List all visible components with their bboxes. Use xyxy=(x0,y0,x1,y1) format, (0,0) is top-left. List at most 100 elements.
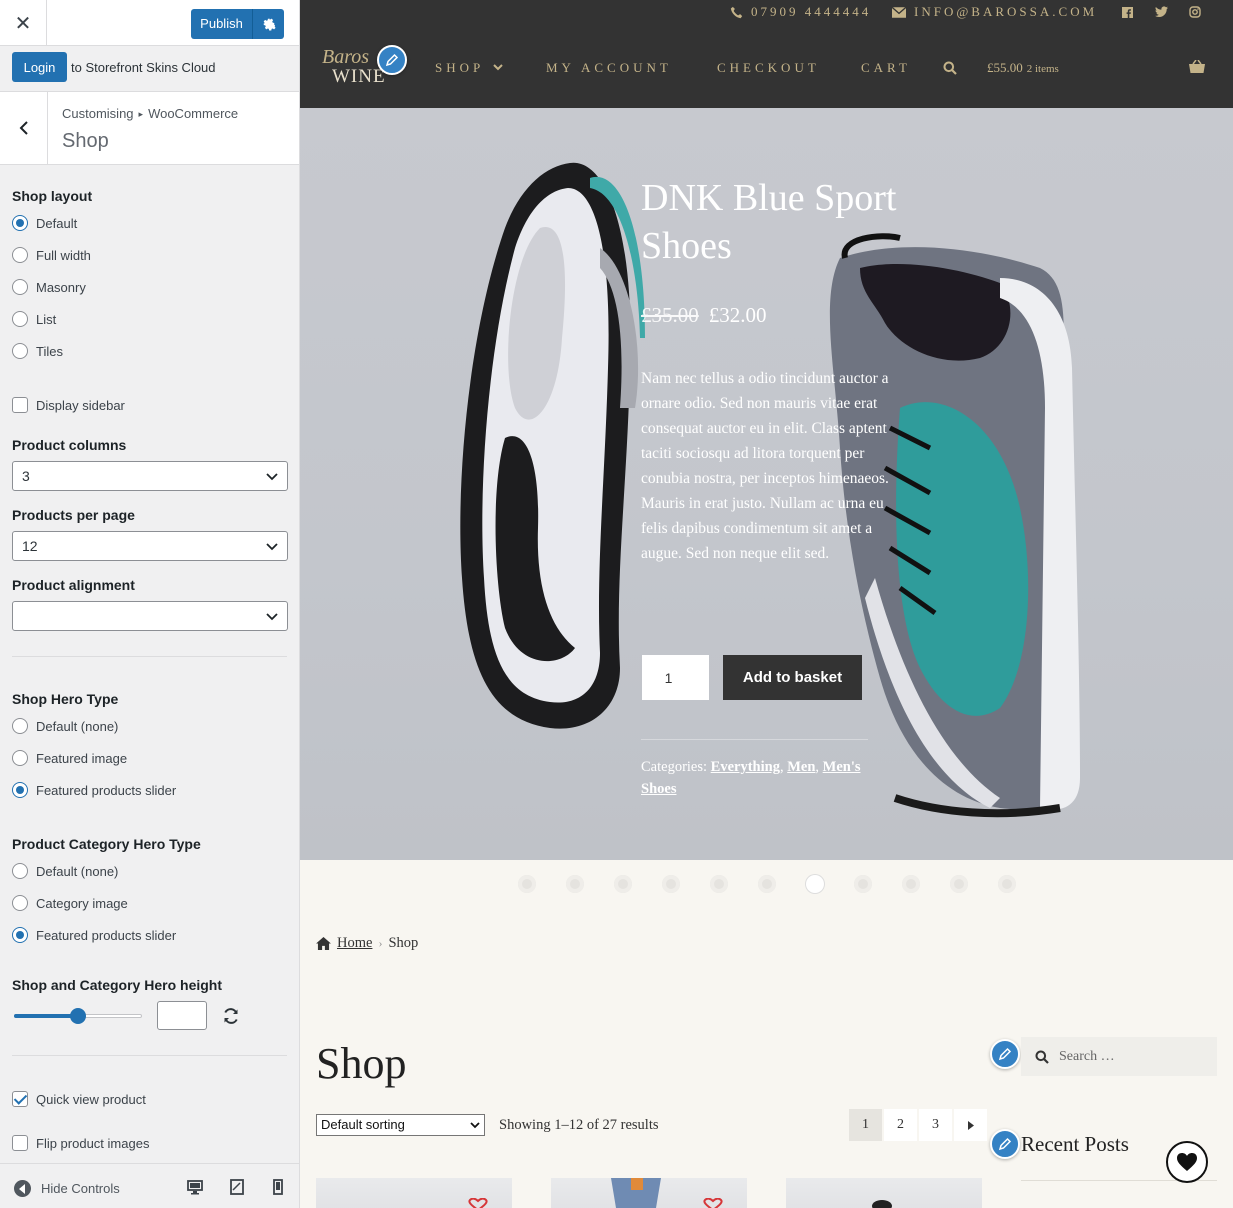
checkbox[interactable] xyxy=(12,397,28,413)
product-card[interactable] xyxy=(786,1178,982,1208)
category-link[interactable]: Men xyxy=(787,759,815,775)
radio-button[interactable] xyxy=(12,215,28,231)
facebook-icon[interactable] xyxy=(1122,7,1133,18)
wishlist-heart-icon[interactable] xyxy=(702,1198,724,1208)
quantity-input[interactable]: 1 xyxy=(642,655,709,700)
shop-layout-option-list[interactable]: List xyxy=(12,310,56,328)
pencil-icon[interactable] xyxy=(990,1129,1020,1159)
category-link[interactable]: Everything xyxy=(711,759,780,775)
breadcrumb-home-link[interactable]: Home xyxy=(337,935,372,952)
slider-dot[interactable] xyxy=(854,875,872,893)
home-icon[interactable] xyxy=(316,937,331,950)
category-hero-option-default[interactable]: Default (none) xyxy=(12,862,118,880)
product-image xyxy=(872,1200,892,1208)
flip-images-checkbox[interactable]: Flip product images xyxy=(12,1134,149,1152)
page-link-3[interactable]: 3 xyxy=(919,1109,952,1141)
checkbox[interactable] xyxy=(12,1135,28,1151)
nav-checkout[interactable]: CHECKOUT xyxy=(717,60,820,76)
product-columns-select[interactable]: 3 xyxy=(12,461,288,491)
instagram-icon[interactable] xyxy=(1189,6,1201,18)
radio-button[interactable] xyxy=(12,750,28,766)
nav-shop[interactable]: SHOP xyxy=(435,60,503,76)
quick-view-checkbox[interactable]: Quick view product xyxy=(12,1090,146,1108)
next-page-button[interactable] xyxy=(954,1109,987,1141)
nav-my-account[interactable]: MY ACCOUNT xyxy=(546,60,672,76)
phone-number[interactable]: 07909 4444444 xyxy=(751,4,871,20)
back-icon[interactable] xyxy=(0,92,48,164)
radio-button[interactable] xyxy=(12,927,28,943)
products-per-page-select[interactable]: 12 xyxy=(12,531,288,561)
pencil-icon[interactable] xyxy=(990,1039,1020,1069)
page-link-1[interactable]: 1 xyxy=(849,1109,882,1141)
hero-height-input[interactable] xyxy=(157,1001,207,1030)
radio-button[interactable] xyxy=(12,782,28,798)
reset-icon[interactable] xyxy=(221,1006,241,1026)
pencil-icon[interactable] xyxy=(377,45,407,75)
shop-hero-option-featured-slider[interactable]: Featured products slider xyxy=(12,781,176,799)
shop-hero-option-default[interactable]: Default (none) xyxy=(12,717,118,735)
cart-total[interactable]: £55.00 2 items xyxy=(987,60,1059,76)
login-button[interactable]: Login xyxy=(12,52,67,82)
slider-dot[interactable] xyxy=(758,875,776,893)
email-info: INFO@BAROSSA.COM xyxy=(892,4,1097,20)
sorting-select[interactable]: Default sorting xyxy=(316,1114,485,1136)
product-columns-label: Product columns xyxy=(12,437,127,453)
mobile-icon[interactable] xyxy=(271,1179,285,1195)
option-label: Category image xyxy=(36,895,128,911)
desktop-icon[interactable] xyxy=(187,1179,203,1195)
shop-layout-option-full-width[interactable]: Full width xyxy=(12,246,91,264)
close-icon[interactable]: ✕ xyxy=(0,0,47,46)
twitter-icon[interactable] xyxy=(1155,6,1168,18)
phone-info: 07909 4444444 xyxy=(730,4,871,20)
checkbox[interactable] xyxy=(12,1091,28,1107)
wishlist-button[interactable] xyxy=(1166,1141,1208,1183)
shop-layout-option-masonry[interactable]: Masonry xyxy=(12,278,86,296)
slider-dot[interactable] xyxy=(998,875,1016,893)
radio-button[interactable] xyxy=(12,311,28,327)
hide-controls-button[interactable]: Hide Controls xyxy=(14,1180,120,1197)
page-link-2[interactable]: 2 xyxy=(884,1109,917,1141)
hero-slider: DNK Blue Sport Shoes £35.00 £32.00 Nam ne… xyxy=(300,108,1233,860)
product-alignment-select[interactable] xyxy=(12,601,288,631)
slider-dot[interactable] xyxy=(518,875,536,893)
option-label: Default (none) xyxy=(36,718,119,734)
hero-product-title[interactable]: DNK Blue Sport Shoes xyxy=(641,174,901,270)
radio-button[interactable] xyxy=(12,247,28,263)
slider-dot[interactable] xyxy=(902,875,920,893)
old-price: £35.00 xyxy=(641,303,699,327)
radio-button[interactable] xyxy=(12,343,28,359)
email-address[interactable]: INFO@BAROSSA.COM xyxy=(914,4,1097,20)
radio-button[interactable] xyxy=(12,279,28,295)
slider-dot[interactable] xyxy=(614,875,632,893)
radio-button[interactable] xyxy=(12,718,28,734)
publish-button[interactable]: Publish xyxy=(191,9,284,39)
cart-amount: £55.00 xyxy=(987,60,1023,75)
slider-dot[interactable] xyxy=(950,875,968,893)
search-input[interactable]: Search … xyxy=(1021,1037,1217,1076)
slider-dot[interactable] xyxy=(566,875,584,893)
display-sidebar-checkbox[interactable]: Display sidebar xyxy=(12,396,125,414)
shop-layout-option-tiles[interactable]: Tiles xyxy=(12,342,63,360)
tablet-icon[interactable] xyxy=(229,1179,245,1195)
gear-icon[interactable] xyxy=(253,17,284,31)
search-icon xyxy=(1035,1050,1049,1064)
search-icon[interactable] xyxy=(943,61,957,75)
category-hero-option-category-image[interactable]: Category image xyxy=(12,894,128,912)
radio-button[interactable] xyxy=(12,895,28,911)
slider-dot[interactable] xyxy=(710,875,728,893)
envelope-icon xyxy=(892,6,906,18)
hero-height-slider-handle[interactable] xyxy=(70,1008,86,1024)
wishlist-heart-icon[interactable] xyxy=(467,1198,489,1208)
radio-button[interactable] xyxy=(12,863,28,879)
customizer-breadcrumb: Customising ▸ WooCommerce xyxy=(62,106,238,121)
slider-dot[interactable] xyxy=(806,875,824,893)
basket-icon[interactable] xyxy=(1189,60,1205,74)
shop-hero-option-featured-image[interactable]: Featured image xyxy=(12,749,127,767)
category-hero-option-featured-slider[interactable]: Featured products slider xyxy=(12,926,176,944)
shop-layout-option-default[interactable]: Default xyxy=(12,214,77,232)
add-to-basket-button[interactable]: Add to basket xyxy=(723,655,862,700)
divider xyxy=(12,1055,287,1056)
publish-label[interactable]: Publish xyxy=(191,9,253,39)
slider-dot[interactable] xyxy=(662,875,680,893)
nav-cart[interactable]: CART xyxy=(861,60,911,76)
